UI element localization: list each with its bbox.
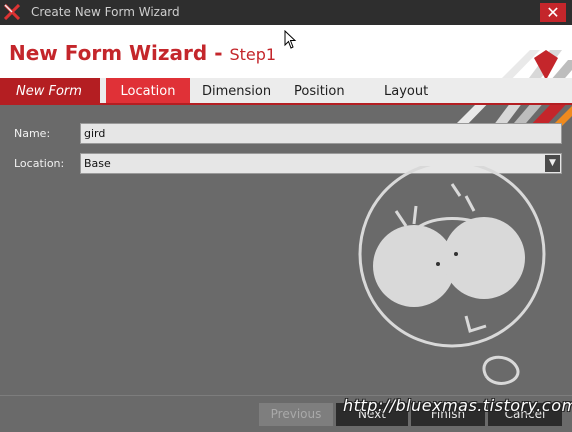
tab-position[interactable]: Position [294, 78, 345, 105]
wizard-step: Step1 [229, 45, 277, 64]
location-selected-value: Base [84, 157, 111, 170]
tab-layout[interactable]: Layout [384, 78, 428, 105]
wizard-tab-bar: New Form Location Dimension Position Lay… [0, 78, 572, 105]
wizard-title-text: New Form Wizard - [9, 41, 230, 65]
mouse-cursor-icon [284, 30, 297, 49]
title-bar: Create New Form Wizard ✕ [0, 0, 572, 25]
location-label: Location: [14, 157, 65, 170]
wizard-title: New Form Wizard - Step1 [9, 41, 276, 65]
tab-new-form[interactable]: New Form [0, 78, 100, 105]
name-label: Name: [14, 127, 51, 140]
tab-underline [0, 103, 572, 105]
app-logo-icon [4, 4, 20, 20]
tab-location[interactable]: Location [106, 78, 190, 105]
tab-dimension[interactable]: Dimension [202, 78, 271, 105]
url-watermark: http://bluexmas.tistory.com/ [343, 396, 572, 415]
previous-button[interactable]: Previous [259, 403, 333, 426]
name-input[interactable] [80, 123, 562, 144]
window-title: Create New Form Wizard [31, 5, 180, 19]
close-button[interactable]: ✕ [540, 3, 566, 22]
watermark-face-icon [358, 166, 546, 385]
